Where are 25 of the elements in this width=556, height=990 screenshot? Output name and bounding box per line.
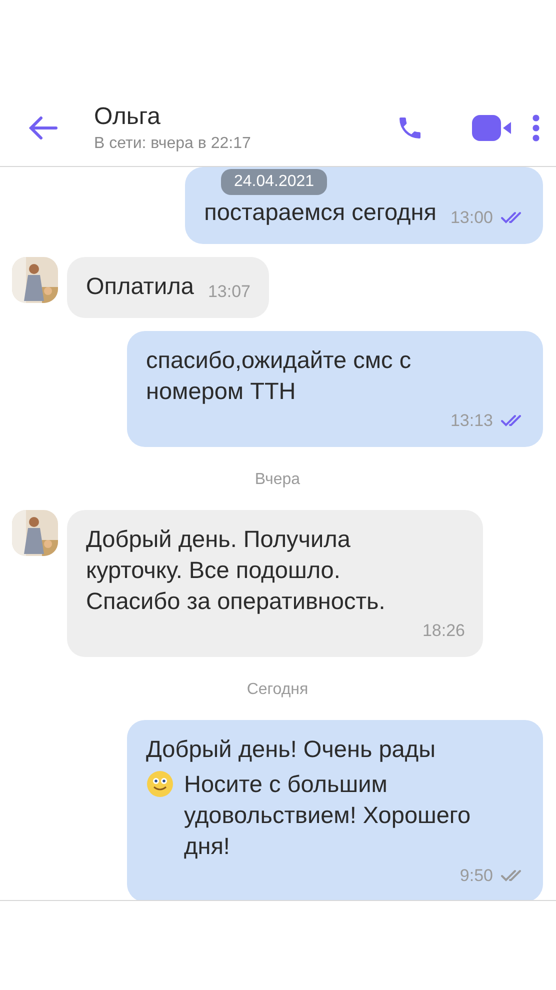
contact-name: Ольга: [94, 103, 162, 131]
message-time: 13:07: [208, 282, 250, 302]
message-text: спасибо,ожидайте смс с номером ТТН: [146, 346, 412, 406]
message-text: Добрый день! Очень рады: [146, 735, 436, 764]
day-separator: Сегодня: [246, 681, 308, 699]
message-text: Носите с большим удовольствием! Хорошего дня!: [184, 770, 472, 861]
message-time: 13:00: [450, 208, 493, 228]
back-button[interactable]: [28, 115, 58, 141]
video-call-button[interactable]: [472, 115, 512, 141]
message-text: постараемся сегодня: [204, 198, 436, 227]
more-options-button[interactable]: [532, 114, 540, 142]
avatar[interactable]: [12, 510, 58, 556]
date-label: 24.04.2021: [221, 169, 328, 195]
message-time: 9:50: [460, 866, 493, 886]
message-time: 18:26: [422, 621, 465, 641]
online-status: В сети: вчера в 22:17: [94, 135, 252, 153]
avatar[interactable]: [12, 257, 58, 303]
message-time: 13:13: [450, 411, 493, 431]
message-bubble[interactable]: спасибо,ожидайте смс с номером ТТН 13:13: [127, 331, 543, 447]
message-bubble[interactable]: Добрый день. Получила курточку. Все подошло. Спасибо за оперативность. 18:26: [67, 510, 483, 657]
message-bubble[interactable]: Добрый день! Очень рады Носите с большим удовольствием! Хорошего дня! 9:50: [127, 720, 543, 900]
day-separator: Вчера: [254, 471, 300, 489]
message-bubble[interactable]: Оплатила 13:07: [67, 257, 268, 318]
message-text: Оплатила: [86, 272, 194, 301]
message-text: Добрый день. Получила курточку. Все подошло. Спасибо за оперативность.: [86, 525, 386, 616]
